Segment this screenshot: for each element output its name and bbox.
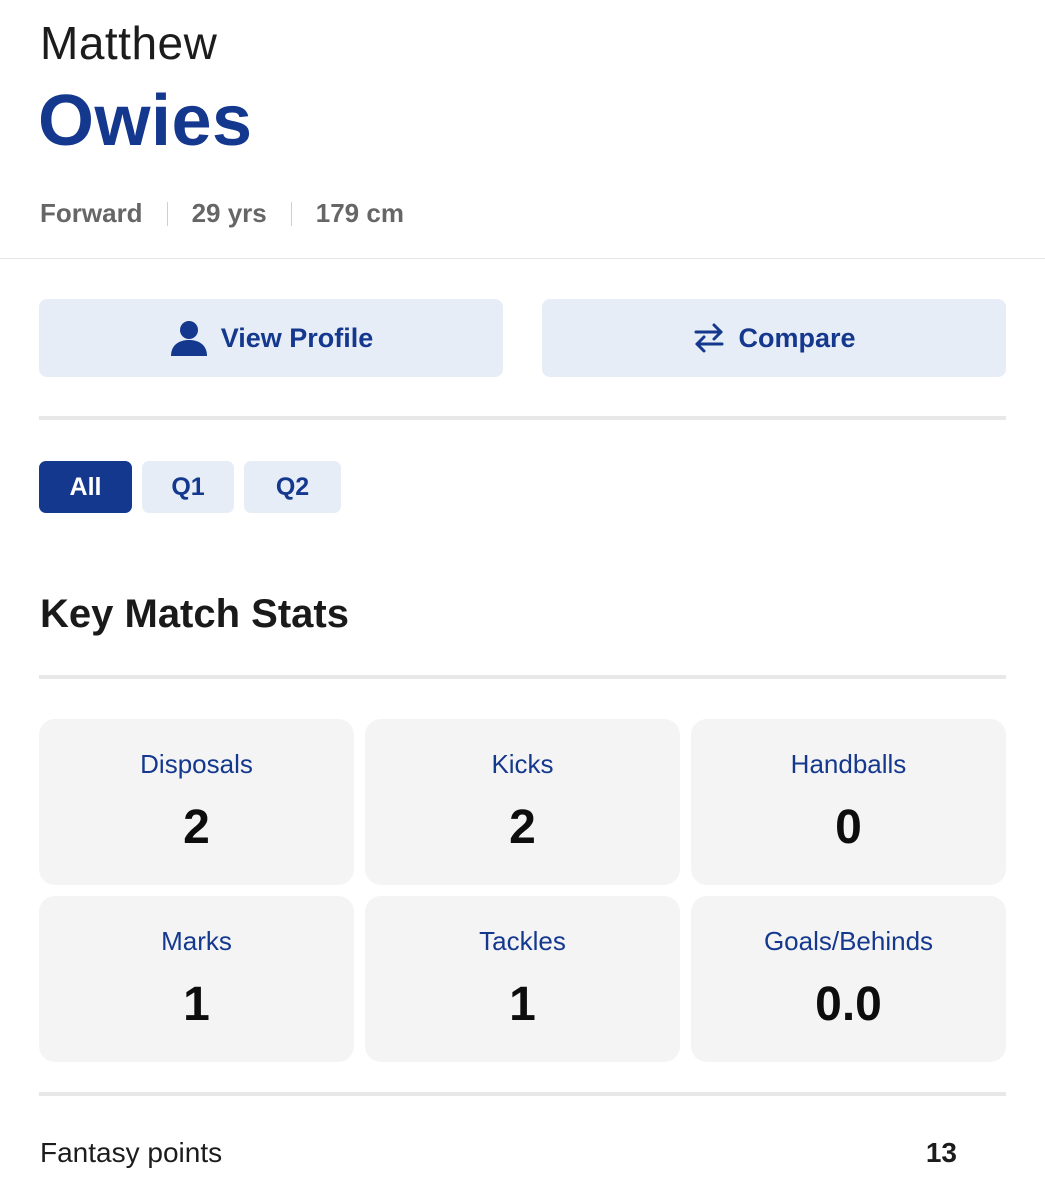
player-meta: Forward 29 yrs 179 cm — [40, 198, 404, 229]
section-divider — [39, 1092, 1006, 1096]
meta-separator — [290, 201, 292, 226]
stat-label: Marks — [161, 926, 232, 956]
player-stats-page: Matthew Owies Forward 29 yrs 179 cm View… — [0, 0, 1045, 1200]
player-first-name: Matthew — [40, 17, 218, 69]
stat-card-marks: Marks 1 — [39, 896, 354, 1062]
tab-all[interactable]: All — [39, 461, 132, 513]
stat-label: Handballs — [790, 749, 907, 779]
stat-label: Tackles — [479, 926, 566, 956]
view-profile-label: View Profile — [220, 322, 374, 353]
player-last-name: Owies — [38, 81, 253, 161]
meta-separator — [166, 201, 168, 226]
tab-label: Q2 — [275, 472, 310, 501]
compare-button[interactable]: Compare — [542, 299, 1006, 377]
stat-value: 1 — [509, 978, 536, 1031]
person-icon — [169, 318, 209, 358]
stat-value: 1 — [183, 978, 210, 1031]
stat-card-tackles: Tackles 1 — [365, 896, 680, 1062]
view-profile-button[interactable]: View Profile — [39, 299, 503, 377]
stat-value: 2 — [183, 801, 210, 854]
tab-q1[interactable]: Q1 — [142, 461, 234, 513]
stat-value: 0 — [835, 801, 862, 854]
stat-card-kicks: Kicks 2 — [365, 719, 680, 885]
tab-q2[interactable]: Q2 — [244, 461, 341, 513]
tab-label: All — [69, 472, 102, 501]
compare-label: Compare — [738, 322, 856, 353]
stat-label: Kicks — [491, 749, 554, 779]
stat-label: Disposals — [140, 749, 253, 779]
stat-value: 2 — [509, 801, 536, 854]
fantasy-points-value: 13 — [925, 1137, 957, 1168]
section-divider — [39, 416, 1006, 420]
stat-card-goals-behinds: Goals/Behinds 0.0 — [691, 896, 1006, 1062]
player-age: 29 yrs — [191, 198, 267, 228]
stat-value: 0.0 — [815, 978, 882, 1031]
stat-label: Goals/Behinds — [763, 926, 934, 956]
header-divider — [0, 258, 1045, 259]
key-match-stats-title: Key Match Stats — [40, 592, 349, 636]
swap-arrows-icon — [692, 321, 726, 355]
player-position: Forward — [40, 198, 143, 228]
tab-label: Q1 — [171, 472, 205, 501]
fantasy-points-label: Fantasy points — [40, 1137, 223, 1168]
section-divider — [39, 675, 1006, 679]
stat-card-disposals: Disposals 2 — [39, 719, 354, 885]
player-height: 179 cm — [315, 198, 404, 228]
stat-card-handballs: Handballs 0 — [691, 719, 1006, 885]
